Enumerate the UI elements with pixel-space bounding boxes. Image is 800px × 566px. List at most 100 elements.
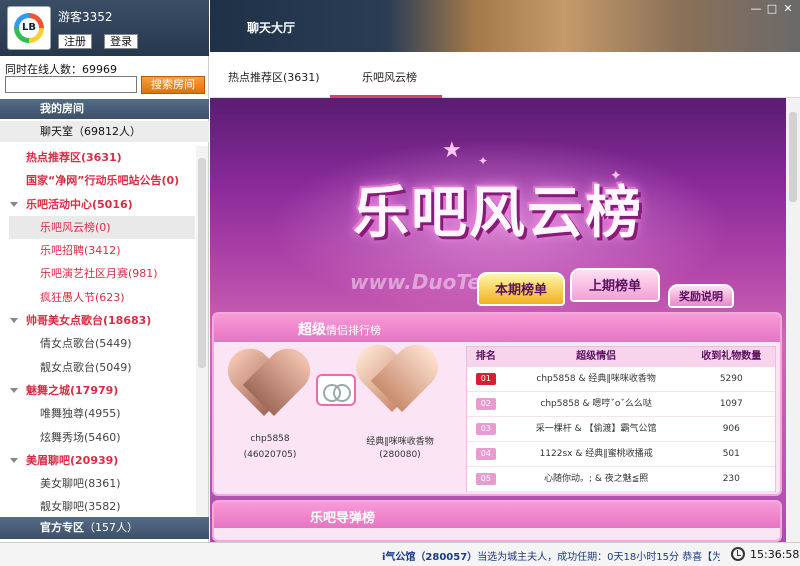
room-item[interactable]: 美女聊吧(8361)	[0, 472, 196, 495]
expand-triangle-icon[interactable]	[10, 201, 18, 207]
super-couple-title: 超级情侣排行榜	[298, 319, 381, 339]
room-label: 靓女聊吧(3582)	[40, 500, 121, 514]
table-row[interactable]: 01 chp5858 & 经典‖咪咪收香物 5290	[467, 367, 775, 392]
guide-header: 乐吧导弹榜	[214, 502, 780, 528]
close-icon[interactable]: ✕	[782, 3, 794, 15]
rank-cell: 04	[467, 442, 505, 466]
expand-triangle-icon[interactable]	[10, 318, 18, 324]
rank-cell: 03	[467, 417, 505, 441]
online-count: 同时在线人数：69969	[5, 63, 117, 76]
maximize-icon[interactable]: □	[766, 3, 778, 15]
last-ranking-tab[interactable]: 上期榜单	[570, 268, 660, 302]
room-list-scrollbar[interactable]	[196, 146, 208, 516]
search-input[interactable]	[5, 76, 137, 93]
tab-hot-recommend[interactable]: 热点推荐区(3631)	[228, 69, 320, 85]
room-label: 靓女点歌台(5049)	[40, 360, 132, 374]
table-row[interactable]: 04 1122sx & 经典‖蜜桃收播戒 501	[467, 442, 775, 467]
login-button[interactable]: 登录	[104, 34, 138, 49]
column-header-couple: 超级情侣	[576, 351, 617, 362]
room-item[interactable]: 乐吧演艺社区月赛(981)	[0, 262, 196, 285]
room-label: 炫舞秀场(5460)	[40, 430, 121, 444]
register-button[interactable]: 注册	[58, 34, 92, 49]
official-zone-header[interactable]: 官方专区（157人）	[0, 517, 209, 539]
guide-title: 乐吧导弹榜	[310, 511, 376, 526]
gifts-cell: 1097	[719, 399, 743, 409]
room-item[interactable]: 靓女聊吧(3582)	[0, 495, 196, 516]
room-item[interactable]: 靓女点歌台(5049)	[0, 356, 196, 379]
gifts-cell: 5290	[719, 374, 743, 384]
room-label: 乐吧风云榜(0)	[40, 220, 111, 234]
room-item[interactable]: 疯狂愚人节(623)	[0, 286, 196, 309]
room-group[interactable]: 帅哥美女点歌台(18683)	[0, 309, 196, 332]
couple-cell: chp5858 & 经典‖咪咪收香物	[536, 374, 656, 384]
couple-left-name: chp5858	[250, 434, 290, 444]
official-zone-count: （157人）	[84, 521, 138, 534]
column-header-gifts: 收到礼物数量	[701, 351, 762, 362]
rank-cell: 05	[467, 467, 505, 491]
scrollbar-thumb[interactable]	[789, 112, 797, 202]
couple-cell: 1122sx & 经典‖蜜桃收播戒	[539, 449, 653, 459]
official-zone-name: 官方专区	[40, 521, 84, 534]
scrollbar-thumb[interactable]	[198, 158, 206, 368]
expand-triangle-icon[interactable]	[10, 387, 18, 393]
clock-time: 15:36:58	[750, 548, 800, 561]
room-label: 美眉聊吧(20939)	[26, 453, 119, 467]
room-item[interactable]: 热点推荐区(3631)	[0, 146, 196, 169]
room-label: 倩女点歌台(5449)	[40, 337, 132, 351]
super-couple-panel: 超级情侣排行榜 chp5858 (46020705) 经典‖咪咪收香物 (280…	[212, 312, 782, 496]
room-label: 帅哥美女点歌台(18683)	[26, 314, 152, 328]
avatar[interactable]: LB	[7, 6, 51, 50]
marquee-text: 当选为城主夫人，成功任期：0天18小时15分 恭喜【为你	[477, 552, 720, 563]
ranking-content: ★ ✦ ✦ 乐吧风云榜 www.DuoTe.com 本期榜单 上期榜单 奖励说明…	[210, 98, 786, 542]
room-group[interactable]: 魅舞之城(17979)	[0, 379, 196, 402]
room-item[interactable]: 炫舞秀场(5460)	[0, 426, 196, 449]
app-logo-icon: LB	[14, 13, 44, 43]
couple-cell: 采一棵杆 & 【偷渡】霸气公馆	[535, 424, 657, 434]
room-label: 美女聊吧(8361)	[40, 477, 121, 491]
minimize-icon[interactable]: —	[750, 3, 762, 15]
content-scrollbar[interactable]	[786, 98, 800, 542]
search-room-button[interactable]: 搜索房间	[141, 76, 205, 94]
room-item[interactable]: 唯舞独尊(4955)	[0, 402, 196, 425]
gifts-cell: 230	[722, 474, 740, 484]
room-label: 唯舞独尊(4955)	[40, 407, 121, 421]
room-group[interactable]: 乐吧活动中心(5016)	[0, 193, 196, 216]
username: 游客3352	[58, 10, 113, 24]
reward-description-tab[interactable]: 奖励说明	[668, 284, 734, 308]
table-header: 排名 超级情侣 收到礼物数量	[467, 347, 775, 367]
star-icon: ✦	[478, 154, 489, 168]
room-item[interactable]: 国家“净网”行动乐吧站公告(0)	[0, 169, 196, 192]
clock-icon	[731, 547, 745, 561]
couple-right-name: 经典‖咪咪收香物	[366, 437, 434, 447]
female-avatar-heart[interactable]	[358, 348, 436, 418]
table-row[interactable]: 03 采一棵杆 & 【偷渡】霸气公馆 906	[467, 417, 775, 442]
my-room-header[interactable]: 我的房间	[0, 99, 209, 119]
room-label: 乐吧招聘(3412)	[40, 244, 121, 258]
current-room[interactable]: 聊天室（69812人）	[0, 121, 209, 142]
table-row[interactable]: 05 心随你动。; & 夜之魅≦照 230	[467, 467, 775, 492]
tab-ranking[interactable]: 乐吧风云榜	[362, 69, 417, 85]
tabs-bar: 热点推荐区(3631) 乐吧风云榜	[210, 52, 800, 98]
room-list: 热点推荐区(3631) 国家“净网”行动乐吧站公告(0) 乐吧活动中心(5016) 乐…	[0, 146, 196, 516]
current-ranking-tab[interactable]: 本期榜单	[477, 272, 565, 306]
room-item[interactable]: 倩女点歌台(5449)	[0, 332, 196, 355]
couple-cell: 心随你动。; & 夜之魅≦照	[543, 474, 649, 484]
status-bar: i气公馆（280057）当选为城主夫人，成功任期：0天18小时15分 恭喜【为你…	[0, 542, 800, 566]
user-area: LB 游客3352 注册 登录	[0, 0, 209, 56]
ranking-table: 排名 超级情侣 收到礼物数量 01 chp5858 & 经典‖咪咪收香物 5290 0…	[466, 346, 776, 492]
expand-triangle-icon[interactable]	[10, 457, 18, 463]
room-item[interactable]: 乐吧风云榜(0)	[9, 215, 195, 240]
rank-badge: 05	[475, 473, 496, 485]
couple-left-id: (46020705)	[243, 450, 297, 460]
announcement-marquee: i气公馆（280057）当选为城主夫人，成功任期：0天18小时15分 恭喜【为你	[382, 548, 720, 563]
male-avatar-heart[interactable]	[230, 352, 308, 422]
gifts-cell: 501	[722, 449, 740, 459]
room-label: 热点推荐区(3631)	[26, 151, 122, 164]
room-group[interactable]: 美眉聊吧(20939)	[0, 449, 196, 472]
left-panel: LB 游客3352 注册 登录 同时在线人数：69969 搜索房间 我的房间 聊…	[0, 0, 209, 566]
table-body: 01 chp5858 & 经典‖咪咪收香物 5290 02 chp5858 & 嗯哼ˇo…	[467, 367, 775, 492]
super-couple-header: 超级情侣排行榜	[214, 314, 780, 342]
table-row[interactable]: 02 chp5858 & 嗯哼ˇoˇ么么哒 1097	[467, 392, 775, 417]
room-item[interactable]: 乐吧招聘(3412)	[0, 239, 196, 262]
room-label: 乐吧活动中心(5016)	[26, 197, 133, 211]
